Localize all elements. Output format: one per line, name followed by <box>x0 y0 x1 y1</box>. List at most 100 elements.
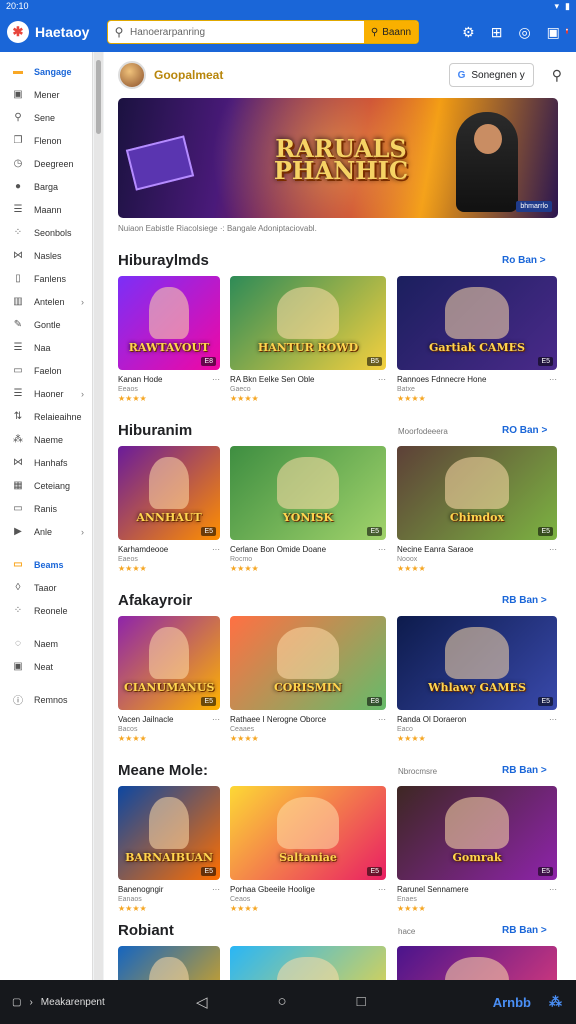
game-thumbnail[interactable]: Whlawy GAMES E5 <box>397 616 557 710</box>
sidebar-item[interactable]: ❐ Flenon <box>0 129 92 152</box>
hero-banner[interactable]: RARUALS PHANHIC bhmarrlo <box>118 98 558 218</box>
tv-icon: ▭ <box>13 559 23 570</box>
game-card[interactable]: Gnaaniox <box>118 946 220 980</box>
grid-icon: ⁘ <box>13 605 23 616</box>
grid-icon[interactable]: ⁂ <box>549 994 562 1010</box>
back-icon[interactable]: ◁ <box>196 993 208 1011</box>
game-thumbnail[interactable]: YONISK E5 <box>230 446 386 540</box>
settings-icon[interactable]: ⚙ <box>462 24 475 41</box>
sidebar-item[interactable]: ⁂ Naeme <box>0 428 92 451</box>
sidebar-item[interactable]: ▶ Anle › <box>0 520 92 543</box>
sidebar-item[interactable]: ✎ Gontle <box>0 313 92 336</box>
sidebar-item[interactable]: ⋈ Hanhafs <box>0 451 92 474</box>
more-options-icon[interactable]: ··· <box>212 715 220 724</box>
game-card[interactable]: BARNAIBUAN E5 Banenogngir ··· Eanaos ★★★★ <box>118 786 220 913</box>
game-thumbnail[interactable]: Gaiskle <box>397 946 557 980</box>
search-icon[interactable]: ⚲ <box>552 67 562 84</box>
game-card[interactable]: Gomrak E5 Rarunel Sennamere ··· Enaes ★★★★ <box>397 786 557 913</box>
game-card[interactable]: CORISMIN E8 Rathaee I Nerogne Oborce ··· Cea… <box>230 616 386 743</box>
game-thumbnail[interactable]: BARNAIBUAN E5 <box>118 786 220 880</box>
profile-icon[interactable]: ◎ <box>518 24 530 41</box>
more-options-icon[interactable]: ··· <box>212 545 220 554</box>
more-options-icon[interactable]: ··· <box>378 715 386 724</box>
game-thumbnail[interactable]: Gartiak CAMES E5 <box>397 276 557 370</box>
game-card[interactable]: YONISK E5 Cerlane Bon Omide Doane ··· Rocmo ★… <box>230 446 386 573</box>
sidebar-item[interactable]: ◊ Taaor <box>0 576 92 599</box>
see-all-link[interactable]: RB Ban > <box>502 925 547 936</box>
game-card[interactable]: Sunaiae <box>230 946 386 980</box>
sidebar-item[interactable]: ⁘ Reonele <box>0 599 92 622</box>
nav-left-label[interactable]: Meakarenpent <box>41 997 105 1008</box>
sidebar-item[interactable]: ☰ Naa <box>0 336 92 359</box>
game-thumbnail[interactable]: Sunaiae <box>230 946 386 980</box>
game-card[interactable]: Whlawy GAMES E5 Randa Ol Doraeron ··· Eaco ★★… <box>397 616 557 743</box>
more-options-icon[interactable]: ··· <box>378 545 386 554</box>
google-account-button[interactable]: G Sonegnen y <box>448 63 534 87</box>
sidebar-item[interactable]: ◌ Naem <box>0 632 92 655</box>
more-options-icon[interactable]: ··· <box>212 375 220 384</box>
game-thumbnail[interactable]: HANTUR ROWD B5 <box>230 276 386 370</box>
game-card[interactable]: CIANUMANUS E5 Vacen Jailnacle ··· Bacos ★★★★ <box>118 616 220 743</box>
more-options-icon[interactable]: ··· <box>549 375 557 384</box>
game-thumbnail[interactable]: Saltaniae E5 <box>230 786 386 880</box>
game-thumbnail[interactable]: Chimdox E5 <box>397 446 557 540</box>
sidebar-item[interactable]: ▯ Fanlens <box>0 267 92 290</box>
game-card[interactable]: Gartiak CAMES E5 Rannoes Fdnnecre Hone ··· B… <box>397 276 557 403</box>
game-card[interactable]: HANTUR ROWD B5 RA Bkn Eelke Sen Oble ··· Gae… <box>230 276 386 403</box>
sidebar-item[interactable]: ⇅ Relaieaihne <box>0 405 92 428</box>
sidebar-item[interactable]: ▭ Ranis <box>0 497 92 520</box>
search-input[interactable]: Hanoerarpanring <box>130 27 364 38</box>
nav-right-label[interactable]: Arnbb <box>493 995 531 1010</box>
star-rating: ★★★★ <box>118 394 147 403</box>
game-thumbnail[interactable]: Gomrak E5 <box>397 786 557 880</box>
sidebar-item[interactable]: ▥ Antelen › <box>0 290 92 313</box>
search-bar[interactable]: ⚲ Hanoerarpanring ⚲ Baann <box>107 20 419 44</box>
more-options-icon[interactable]: ··· <box>549 715 557 724</box>
avatar[interactable] <box>118 61 146 89</box>
game-thumbnail[interactable]: CIANUMANUS E5 <box>118 616 220 710</box>
see-all-link[interactable]: RO Ban > <box>502 425 547 436</box>
apps-icon[interactable]: ⊞ <box>491 24 503 41</box>
sidebar-item[interactable]: ▭ Beams <box>0 553 92 576</box>
sidebar-item[interactable]: ☰ Maann <box>0 198 92 221</box>
sidebar-item[interactable]: ☰ Haoner › <box>0 382 92 405</box>
game-thumbnail[interactable]: Gnaaniox <box>118 946 220 980</box>
sidebar-item[interactable]: ⚲ Sene <box>0 106 92 129</box>
sidebar-scroll-thumb[interactable] <box>96 60 101 134</box>
more-options-icon[interactable]: ··· <box>212 885 220 894</box>
see-all-link[interactable]: RB Ban > <box>502 765 547 776</box>
sidebar-item[interactable]: ▭ Faelon <box>0 359 92 382</box>
box-icon: ▭ <box>13 365 23 376</box>
sidebar-item[interactable]: ⓘ Remnos <box>0 688 92 711</box>
sidebar-scrollbar[interactable] <box>94 52 103 980</box>
sidebar-item[interactable]: ▦ Ceteiang <box>0 474 92 497</box>
sidebar-item[interactable]: ◷ Deegreen <box>0 152 92 175</box>
see-all-link[interactable]: RB Ban > <box>502 595 547 606</box>
game-card[interactable]: RAWTAVOUT E8 Kanan Hode ··· Eeaos ★★★★ <box>118 276 220 403</box>
more-options-icon[interactable]: ··· <box>378 375 386 384</box>
sidebar-item[interactable]: ⁘ Seonbols <box>0 221 92 244</box>
see-all-link[interactable]: Ro Ban > <box>502 255 546 266</box>
home-icon[interactable]: ○ <box>278 993 287 1011</box>
star-rating: ★★★★ <box>397 394 426 403</box>
sidebar-item[interactable]: ⋈ Nasles <box>0 244 92 267</box>
sidebar-item[interactable]: ▣ Neat <box>0 655 92 678</box>
recents-icon[interactable]: □ <box>357 993 366 1011</box>
game-card[interactable]: Gaiskle <box>397 946 557 980</box>
game-card[interactable]: Chimdox E5 Necine Eanra Saraoe ··· Nooox ★★★★ <box>397 446 557 573</box>
search-button[interactable]: ⚲ Baann <box>364 21 418 43</box>
sidebar-item[interactable]: ▣ Mener <box>0 83 92 106</box>
game-thumbnail[interactable]: CORISMIN E8 <box>230 616 386 710</box>
more-options-icon[interactable]: ··· <box>378 885 386 894</box>
more-options-icon[interactable]: ··· <box>549 885 557 894</box>
phone-icon[interactable]: ▢ <box>12 997 21 1008</box>
game-card[interactable]: Saltaniae E5 Porhaa Gbeeile Hoolige ··· Ceao… <box>230 786 386 913</box>
sidebar-item[interactable]: ● Barga <box>0 175 92 198</box>
notifications-icon[interactable]: ▣ • <box>547 24 568 41</box>
app-logo[interactable]: ✱ Haetaoy <box>7 21 103 43</box>
sidebar-item[interactable]: ▬ Sangage <box>0 60 92 83</box>
more-options-icon[interactable]: ··· <box>549 545 557 554</box>
game-thumbnail[interactable]: ANNHAUT E5 <box>118 446 220 540</box>
game-card[interactable]: ANNHAUT E5 Karhamdeooe ··· Eaeos ★★★★ <box>118 446 220 573</box>
game-thumbnail[interactable]: RAWTAVOUT E8 <box>118 276 220 370</box>
